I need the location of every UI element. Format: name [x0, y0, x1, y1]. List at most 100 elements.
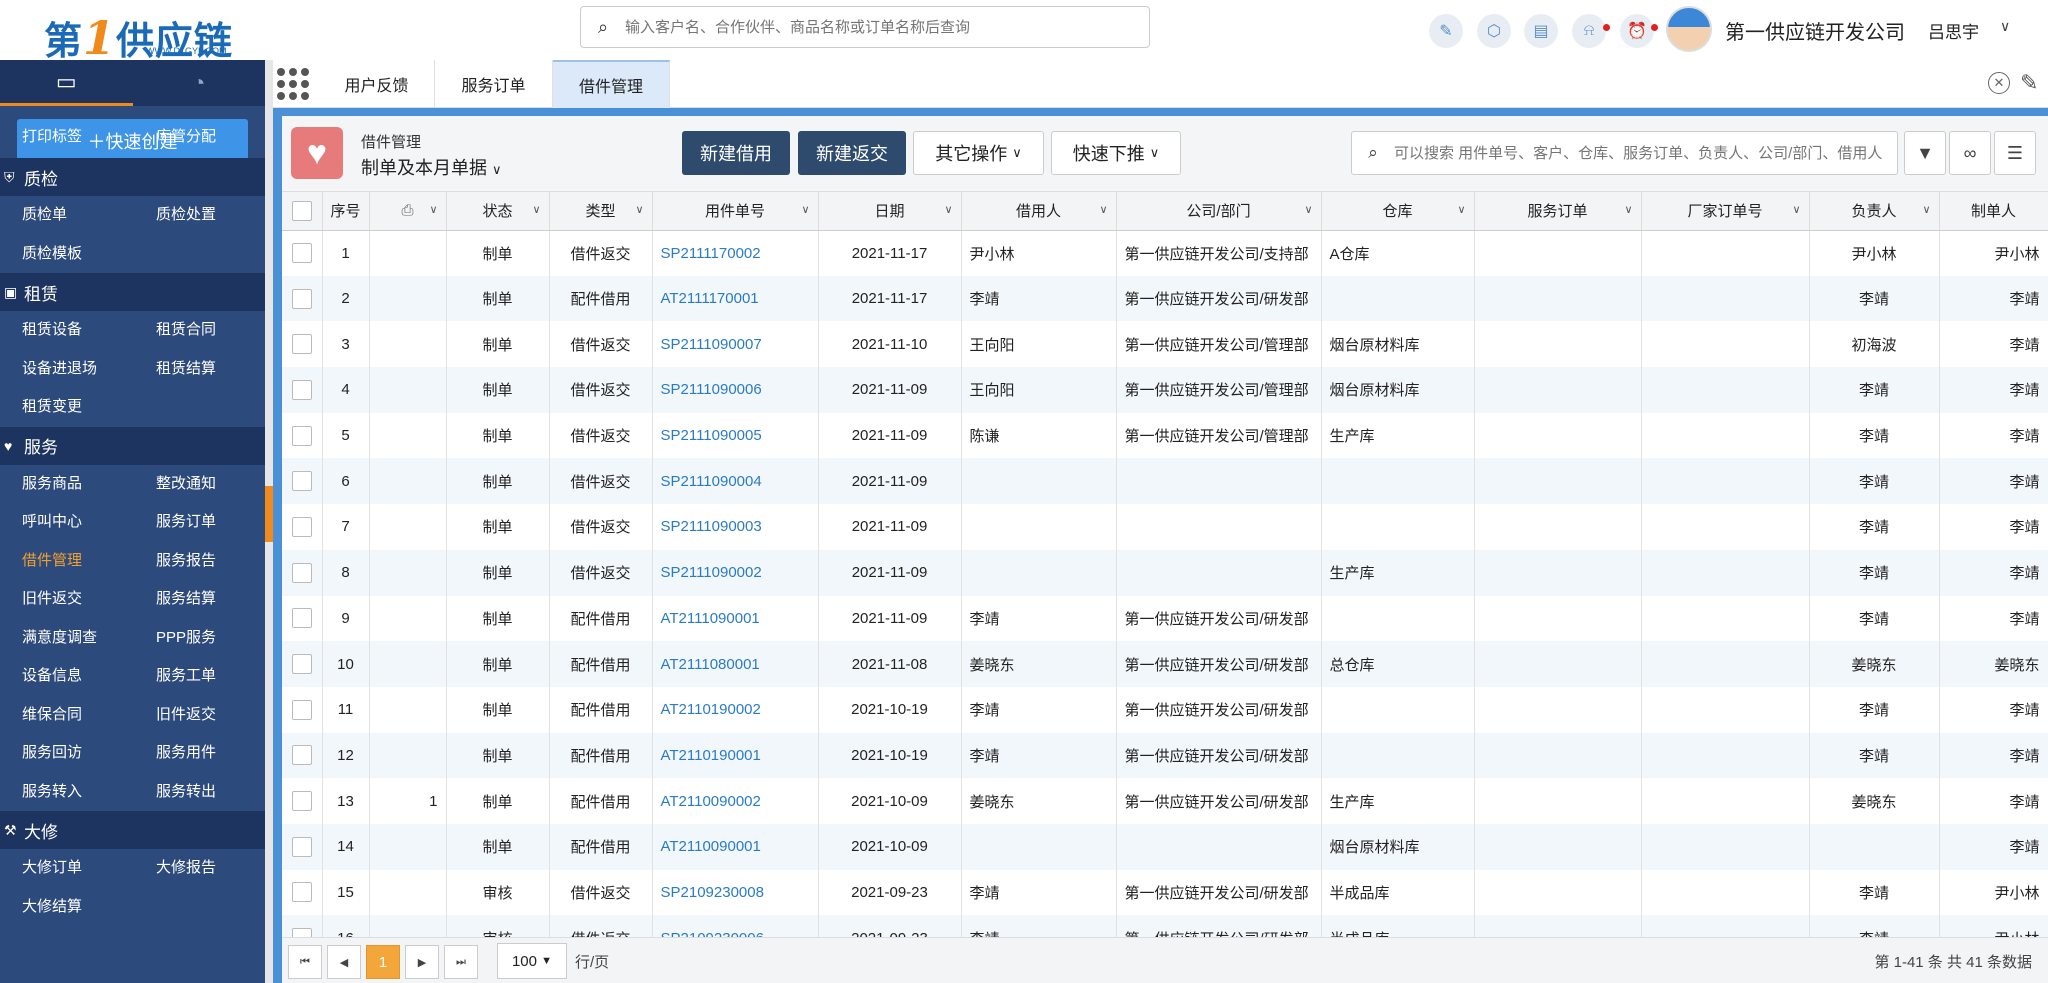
chevron-down-icon[interactable]: ∨ [1624, 203, 1632, 216]
row-checkbox[interactable] [291, 608, 312, 629]
row-select-cell[interactable] [282, 412, 323, 459]
sidebar-item[interactable]: 服务商品 [0, 465, 134, 504]
apps-grid-icon[interactable] [277, 68, 311, 100]
bell-icon[interactable]: ⍾ [1572, 14, 1610, 48]
order-number-link[interactable]: AT2111090001 [652, 595, 819, 642]
order-number-link[interactable]: AT2110090002 [652, 778, 819, 824]
prev-page-icon[interactable]: ◀ [327, 945, 361, 979]
row-select-cell[interactable] [282, 823, 323, 870]
avatar[interactable] [1666, 6, 1712, 52]
alarm-icon[interactable]: ⏰ [1620, 14, 1658, 48]
order-number-link[interactable]: SP2111090002 [652, 549, 819, 596]
chevron-down-icon[interactable]: ∨ [1304, 203, 1312, 216]
row-checkbox[interactable] [291, 928, 312, 937]
table-row[interactable]: 14 制单 配件借用 AT2110090001 2021-10-09 烟台原材料库 李靖 [282, 823, 2048, 870]
order-number-link[interactable]: AT2110190001 [652, 732, 819, 779]
quick-push-button[interactable]: 快速下推 ∨ [1051, 131, 1181, 175]
sidebar-item[interactable]: 呼叫中心 [0, 503, 134, 542]
sidebar-item[interactable]: 设备进退场 [0, 350, 134, 389]
chevron-down-icon[interactable]: ∨ [2000, 18, 2010, 35]
table-row[interactable]: 9 制单 配件借用 AT2111090001 2021-11-09 李靖 第一供应链开发公司… [282, 595, 2048, 642]
chevron-down-icon[interactable]: ∨ [1099, 203, 1107, 216]
next-page-icon[interactable]: ▶ [405, 945, 439, 979]
row-checkbox[interactable] [291, 562, 312, 583]
user-name[interactable]: 吕思宇 [1928, 18, 1979, 43]
cube-icon[interactable]: ⬡ [1477, 14, 1511, 48]
tab-borrow-management[interactable]: 借件管理 [553, 60, 670, 108]
select-all-column[interactable] [282, 192, 323, 231]
chevron-down-icon[interactable]: ∨ [1457, 203, 1465, 216]
sidebar-item[interactable]: 满意度调查 [0, 619, 134, 658]
order-number-link[interactable]: AT2111170001 [652, 275, 819, 322]
sidebar-item[interactable]: 服务订单 [134, 503, 265, 542]
sidebar-item[interactable]: 大修结算 [0, 888, 134, 927]
sidebar-item[interactable]: 旧件返交 [134, 696, 265, 735]
monitor-icon[interactable]: ▭ [0, 60, 133, 106]
row-checkbox[interactable] [291, 425, 312, 446]
column-header[interactable]: 类型 ∨ [549, 192, 653, 231]
order-number-link[interactable]: SP2111090003 [652, 504, 819, 550]
table-row[interactable]: 5 制单 借件返交 SP2111090005 2021-11-09 陈谦 第一供应链开发公司… [282, 412, 2048, 459]
sidebar-item[interactable]: 服务用件 [134, 734, 265, 773]
page-size-select[interactable]: 100 ▼ [497, 943, 567, 979]
chart-icon[interactable]: ◔ [133, 60, 266, 106]
order-number-link[interactable]: SP2111090007 [652, 321, 819, 368]
column-header[interactable]: 服务订单 ∨ [1474, 192, 1642, 231]
sidebar-group-quality[interactable]: ⛨ 质检 [0, 158, 265, 196]
column-header[interactable]: 制单人 [1939, 192, 2048, 231]
sidebar-group-lease[interactable]: ▣ 租赁 [0, 273, 265, 311]
row-select-cell[interactable] [282, 915, 323, 937]
column-header[interactable]: 借用人 ∨ [961, 192, 1117, 231]
row-checkbox[interactable] [291, 699, 312, 720]
table-row[interactable]: 4 制单 借件返交 SP2111090006 2021-11-09 王向阳 第一供应链开发公… [282, 367, 2048, 413]
other-operations-button[interactable]: 其它操作 ∨ [913, 131, 1044, 175]
layout-icon[interactable]: ☰ [1994, 131, 2036, 175]
close-icon[interactable]: ✕ [1988, 72, 2010, 94]
chevron-down-icon[interactable]: ∨ [635, 203, 643, 216]
row-checkbox[interactable] [291, 243, 312, 264]
sidebar-item[interactable]: 大修报告 [134, 849, 265, 888]
global-search-input[interactable] [625, 18, 1149, 36]
edit-icon[interactable]: ✎ [1429, 14, 1463, 48]
sidebar-item[interactable]: 大修订单 [0, 849, 134, 888]
sidebar-item[interactable]: 质检模板 [0, 235, 134, 274]
row-select-cell[interactable] [282, 367, 323, 413]
row-checkbox[interactable] [291, 791, 312, 812]
row-select-cell[interactable] [282, 275, 323, 322]
sidebar-group-service[interactable]: ♥ 服务 [0, 426, 265, 465]
sidebar-item[interactable]: 服务工单 [134, 657, 265, 696]
sidebar-item[interactable]: 服务转入 [0, 773, 134, 812]
column-header[interactable]: 用件单号 ∨ [652, 192, 819, 231]
table-row[interactable]: 15 审核 借件返交 SP2109230008 2021-09-23 李靖 第一供应链开发公… [282, 869, 2048, 916]
link-icon[interactable]: ∞ [1949, 131, 1991, 175]
row-select-cell[interactable] [282, 549, 323, 596]
book-icon[interactable]: ▤ [1524, 14, 1558, 48]
table-row[interactable]: 13 1 制单 配件借用 AT2110090002 2021-10-09 姜晓东 第一供应链开… [282, 778, 2048, 824]
order-number-link[interactable]: SP2109230006 [652, 915, 819, 937]
sidebar-item[interactable]: 服务回访 [0, 734, 134, 773]
tab-service-order[interactable]: 服务订单 [435, 60, 553, 108]
order-number-link[interactable]: AT2111080001 [652, 641, 819, 687]
order-number-link[interactable]: AT2110190002 [652, 686, 819, 733]
row-select-cell[interactable] [282, 595, 323, 642]
global-search[interactable]: ⌕ [580, 6, 1150, 48]
select-all-checkbox[interactable] [291, 200, 312, 221]
sidebar-item[interactable]: 设备信息 [0, 657, 134, 696]
row-select-cell[interactable] [282, 504, 323, 550]
last-page-icon[interactable]: ⏭ [444, 945, 478, 979]
table-row[interactable]: 6 制单 借件返交 SP2111090004 2021-11-09 李靖 李靖 [282, 458, 2048, 505]
order-number-link[interactable]: SP2111090006 [652, 367, 819, 413]
chevron-down-icon[interactable]: ∨ [801, 203, 809, 216]
column-header-print[interactable]: ⎙ ∨ [369, 192, 447, 231]
chevron-down-icon[interactable]: ∨ [1922, 203, 1930, 216]
sidebar-group-overhaul[interactable]: ⚒ 大修 [0, 811, 265, 849]
row-select-cell[interactable] [282, 732, 323, 779]
row-checkbox[interactable] [291, 379, 312, 400]
chevron-down-icon[interactable]: ∨ [429, 203, 437, 216]
table-row[interactable]: 10 制单 配件借用 AT2111080001 2021-11-08 姜晓东 第一供应链开发… [282, 641, 2048, 687]
table-row[interactable]: 3 制单 借件返交 SP2111090007 2021-11-10 王向阳 第一供应链开发公… [282, 321, 2048, 368]
sidebar-item[interactable]: 整改通知 [134, 465, 265, 504]
sidebar-item[interactable]: 租赁变更 [0, 388, 134, 427]
first-page-icon[interactable]: ⏮ [288, 945, 322, 979]
column-header[interactable]: 厂家订单号 ∨ [1641, 192, 1810, 231]
